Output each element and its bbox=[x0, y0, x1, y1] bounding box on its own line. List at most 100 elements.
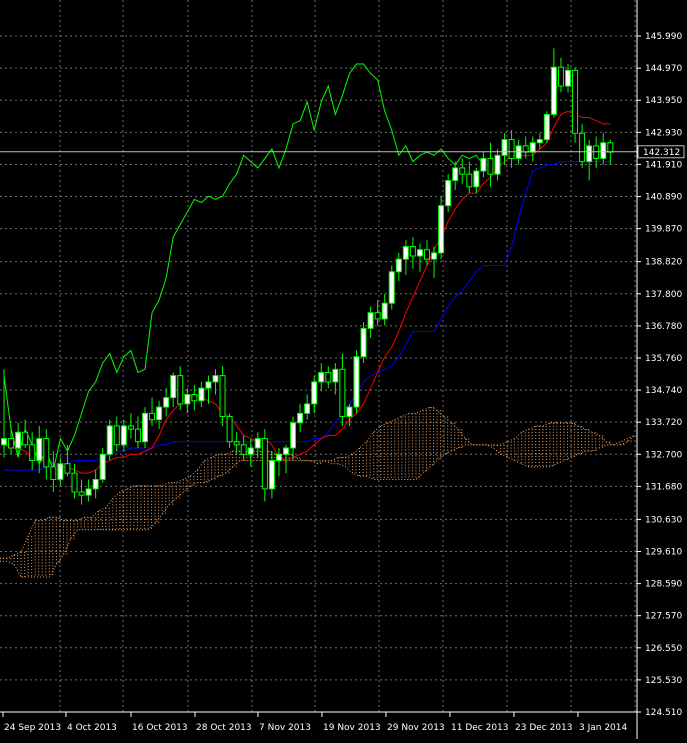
candle-bull bbox=[381, 302, 388, 320]
chart-container: 142.312 145.990 144.970 143.950 142.930 141.… bbox=[0, 0, 687, 739]
x-tick-label: 29 Nov 2013 bbox=[387, 723, 445, 733]
candle-bull bbox=[395, 258, 402, 273]
candle-bull bbox=[283, 447, 289, 455]
candle-bull bbox=[586, 145, 593, 163]
candle-bull bbox=[388, 271, 395, 304]
candle-bull bbox=[1, 438, 7, 446]
candle-bear bbox=[50, 466, 57, 480]
ichimoku-chart: 142.312 145.990 144.970 143.950 142.930 141.… bbox=[0, 0, 687, 739]
candle-bull bbox=[480, 157, 487, 172]
candle-bear bbox=[29, 444, 36, 462]
y-tick-label: 124.510 bbox=[645, 708, 682, 718]
y-tick-label: 128.590 bbox=[645, 580, 682, 590]
y-tick-label: 140.890 bbox=[645, 193, 682, 203]
candle-bear bbox=[374, 312, 381, 320]
y-tick-label: 130.630 bbox=[645, 515, 682, 525]
candle-bear bbox=[522, 145, 529, 153]
candle-bull bbox=[529, 142, 536, 153]
candle-bull bbox=[332, 368, 339, 383]
candle-bull bbox=[205, 381, 212, 389]
x-tick-label: 24 Sep 2013 bbox=[4, 723, 61, 733]
candle-bull bbox=[156, 406, 163, 421]
x-tick-label: 3 Jan 2014 bbox=[579, 723, 627, 733]
candle-bull bbox=[536, 139, 543, 144]
y-tick-label: 132.700 bbox=[645, 450, 682, 460]
candle-bear bbox=[219, 375, 226, 418]
x-tick-label: 23 Dec 2013 bbox=[515, 723, 573, 733]
x-tick-label: 19 Nov 2013 bbox=[323, 723, 381, 733]
candle-bull bbox=[275, 453, 282, 462]
candle-bull bbox=[501, 139, 508, 156]
candle-bear bbox=[43, 438, 50, 468]
candle-bull bbox=[353, 356, 360, 408]
y-tick-label: 125.530 bbox=[645, 676, 682, 686]
candle-bear bbox=[607, 142, 614, 153]
candle-bear bbox=[113, 425, 120, 446]
y-tick-label: 131.680 bbox=[645, 482, 682, 492]
candle-bear bbox=[8, 438, 15, 449]
candle-bear bbox=[22, 431, 29, 446]
candle-bull bbox=[431, 252, 438, 260]
x-tick-label: 11 Dec 2013 bbox=[451, 723, 509, 733]
candle-bear bbox=[78, 491, 85, 496]
candle-bull bbox=[268, 460, 275, 490]
candle-bear bbox=[177, 375, 184, 405]
candle-bull bbox=[367, 312, 374, 329]
candle-bull bbox=[297, 412, 304, 424]
y-tick-label: 126.550 bbox=[645, 644, 682, 654]
candle-bear bbox=[572, 69, 579, 134]
candle-bull bbox=[438, 205, 445, 254]
candle-bull bbox=[142, 412, 148, 443]
candle-bull bbox=[304, 403, 311, 414]
candle-bear bbox=[71, 472, 78, 493]
candle-bull bbox=[92, 478, 99, 490]
candle-bull bbox=[318, 371, 325, 383]
candle-bull bbox=[565, 69, 571, 87]
candle-bull bbox=[106, 425, 113, 455]
candle-bull bbox=[15, 431, 22, 449]
y-tick-label: 134.740 bbox=[645, 386, 682, 396]
candle-bull bbox=[402, 246, 409, 260]
candle-bull bbox=[120, 425, 127, 446]
candle-bull bbox=[290, 422, 297, 449]
candle-bear bbox=[134, 428, 141, 443]
y-tick-label: 138.820 bbox=[645, 258, 682, 268]
current-price-label: 142.312 bbox=[643, 148, 680, 158]
candle-bull bbox=[254, 438, 261, 449]
candle-bear bbox=[226, 416, 233, 443]
candle-bull bbox=[346, 406, 353, 418]
candle-bear bbox=[339, 368, 346, 418]
y-tick-label: 127.570 bbox=[645, 612, 682, 622]
candle-bear bbox=[325, 371, 332, 383]
candle-bull bbox=[452, 167, 459, 181]
candle-bear bbox=[424, 249, 430, 260]
candle-bull bbox=[360, 327, 367, 358]
candle-bear bbox=[233, 441, 240, 446]
candle-bear bbox=[240, 444, 247, 455]
candle-bull bbox=[416, 249, 423, 257]
y-tick-label: 129.610 bbox=[645, 548, 682, 558]
candle-bear bbox=[191, 393, 198, 402]
candle-bull bbox=[198, 387, 205, 402]
y-tick-label: 145.990 bbox=[645, 32, 682, 42]
candle-bull bbox=[445, 179, 452, 207]
candle-bull bbox=[99, 453, 106, 480]
y-tick-label: 135.760 bbox=[645, 354, 682, 364]
candle-bear bbox=[127, 425, 134, 430]
y-tick-label: 137.800 bbox=[645, 290, 682, 300]
x-tick-label: 16 Oct 2013 bbox=[132, 723, 188, 733]
x-tick-label: 7 Nov 2013 bbox=[259, 723, 311, 733]
candle-bear bbox=[409, 246, 416, 257]
x-tick-label: 28 Oct 2013 bbox=[196, 723, 252, 733]
candle-bull bbox=[212, 375, 219, 383]
candle-bear bbox=[508, 139, 515, 159]
y-tick-label: 133.720 bbox=[645, 418, 682, 428]
y-tick-label: 139.870 bbox=[645, 225, 682, 235]
candle-bull bbox=[311, 381, 318, 405]
candle-bull bbox=[600, 142, 607, 159]
candle-bull bbox=[543, 113, 550, 141]
x-tick-label: 4 Oct 2013 bbox=[67, 723, 117, 733]
y-tick-label: 142.930 bbox=[645, 128, 682, 138]
candle-bear bbox=[557, 66, 564, 87]
y-tick-label: 141.910 bbox=[645, 160, 682, 170]
